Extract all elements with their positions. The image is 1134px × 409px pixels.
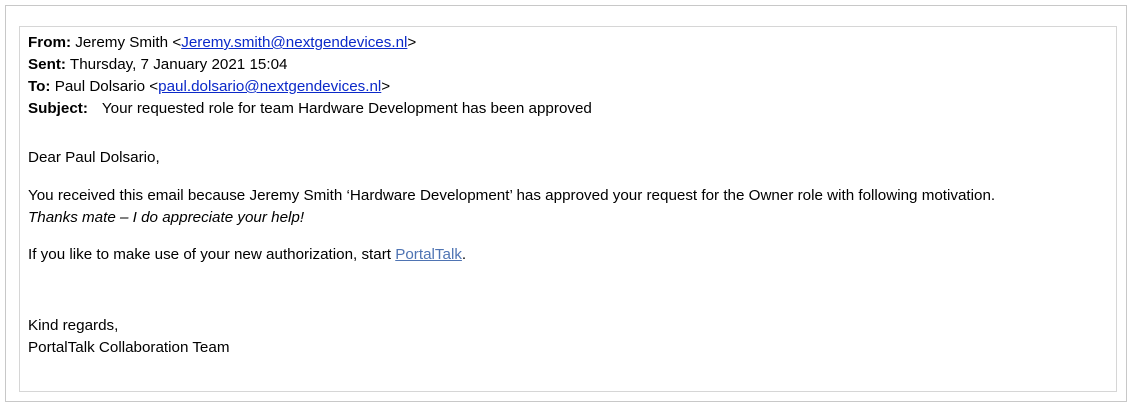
from-email-link[interactable]: Jeremy.smith@nextgendevices.nl — [181, 34, 407, 51]
from-email-open-bracket: < — [172, 34, 182, 51]
from-line: From: Jeremy Smith <Jeremy.smith@nextgen… — [28, 32, 1108, 54]
subject-label: Subject: — [28, 100, 88, 117]
greeting: Dear Paul Dolsario, — [28, 149, 160, 166]
subject-value: Your requested role for team Hardware De… — [101, 100, 592, 117]
portaltalk-link[interactable]: PortalTalk — [395, 246, 462, 263]
to-name: Paul Dolsario — [54, 78, 146, 95]
authorization-text: If you like to make use of your new auth… — [28, 246, 391, 263]
authorization-period: . — [461, 246, 467, 263]
sent-value: Thursday, 7 January 2021 15:04 — [69, 56, 288, 73]
approval-paragraph: You received this email because Jeremy S… — [28, 185, 1108, 229]
to-email-link[interactable]: paul.dolsario@nextgendevices.nl — [158, 78, 381, 95]
to-line: To: Paul Dolsario <paul.dolsario@nextgen… — [28, 76, 1108, 98]
from-email-close-bracket: > — [407, 34, 417, 51]
from-name: Jeremy Smith — [75, 34, 169, 51]
sent-line: Sent: Thursday, 7 January 2021 15:04 — [28, 54, 1108, 76]
email-content: From: Jeremy Smith <Jeremy.smith@nextgen… — [28, 32, 1108, 359]
to-email-close-bracket: > — [381, 78, 391, 95]
to-label: To: — [28, 78, 51, 95]
closing-regards: Kind regards, — [28, 317, 119, 334]
subject-line: Subject: Your requested role for team Har… — [28, 98, 1108, 120]
approval-text: You received this email because Jeremy S… — [28, 187, 996, 204]
authorization-paragraph: If you like to make use of your new auth… — [28, 244, 1108, 266]
email-window: From: Jeremy Smith <Jeremy.smith@nextgen… — [5, 5, 1127, 402]
from-label: From: — [28, 34, 72, 51]
to-email-open-bracket: < — [149, 78, 159, 95]
sent-label: Sent: — [28, 56, 66, 73]
closing-signature: PortalTalk Collaboration Team — [28, 339, 230, 356]
email-message: From: Jeremy Smith <Jeremy.smith@nextgen… — [19, 26, 1117, 392]
motivation-text: Thanks mate – I do appreciate your help! — [28, 209, 305, 226]
